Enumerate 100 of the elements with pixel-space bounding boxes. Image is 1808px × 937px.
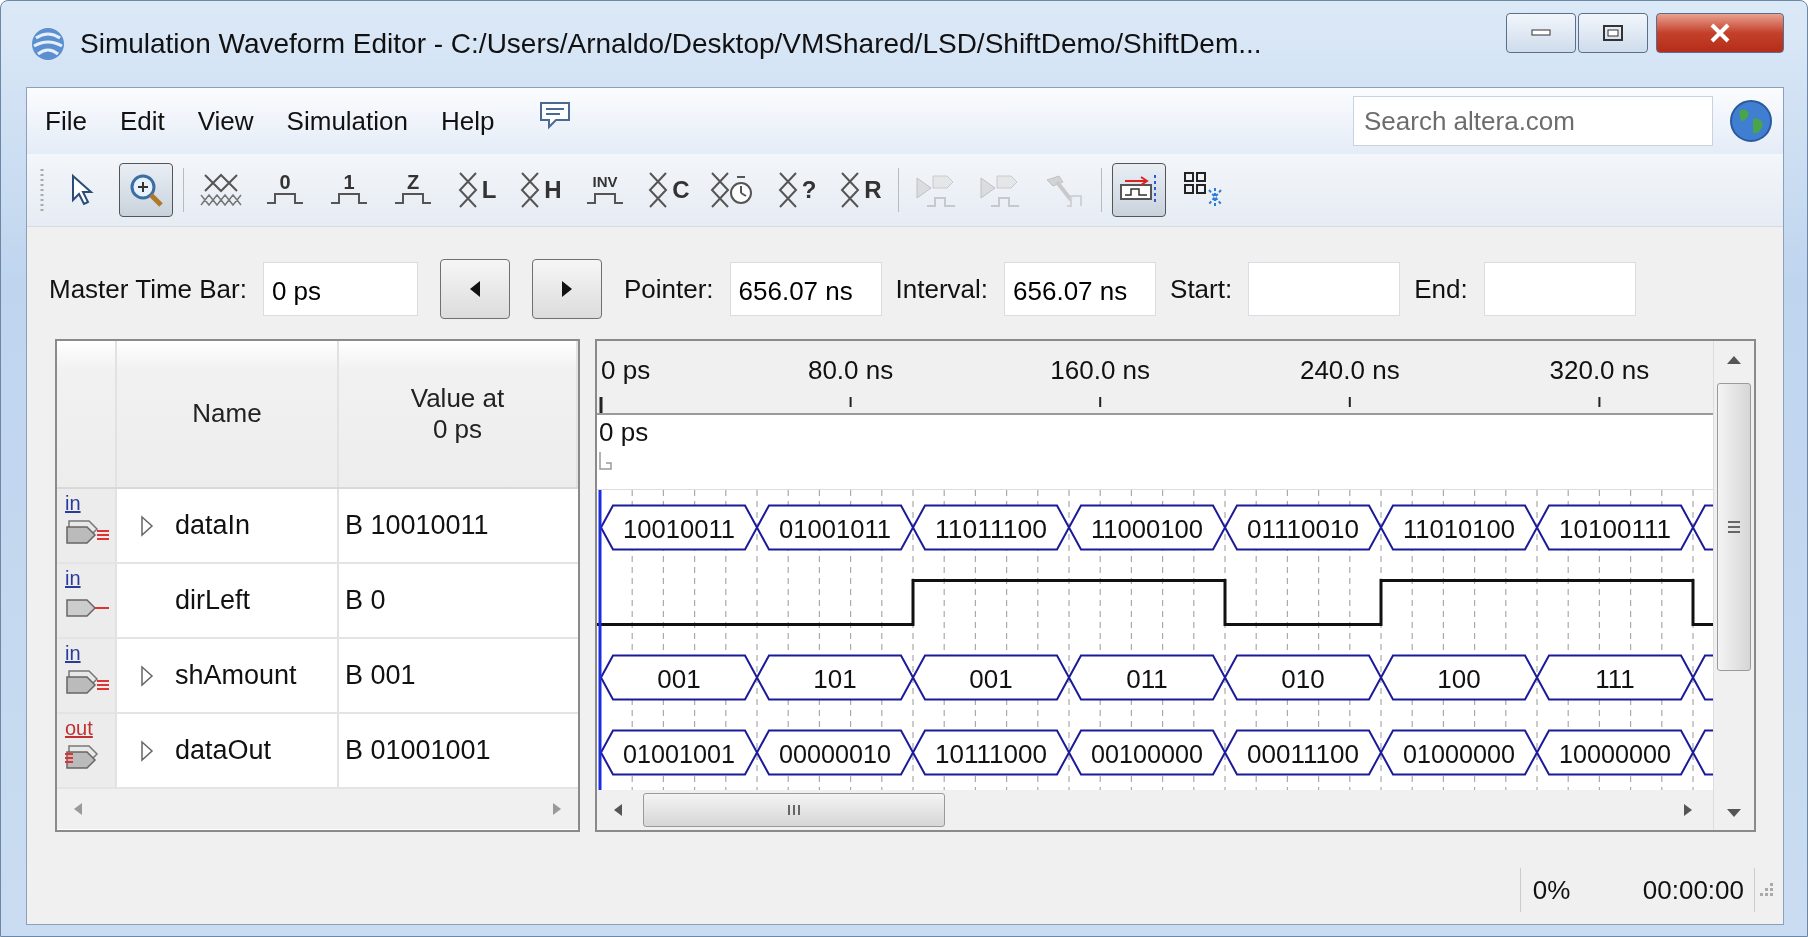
- column-header[interactable]: Name: [117, 341, 339, 487]
- elapsed-time: 00:00:00: [1642, 874, 1745, 906]
- tick-label: 240.0 ns: [1299, 355, 1400, 386]
- bus-value: 01110010: [1247, 513, 1359, 544]
- bus-value: 11010100: [1403, 513, 1517, 544]
- scroll-thumb[interactable]: [1717, 383, 1751, 671]
- close-button[interactable]: [1656, 13, 1784, 53]
- time-field[interactable]: 656.07 ns: [1004, 262, 1157, 316]
- bus-segment[interactable]: [1223, 504, 1383, 551]
- low-level-segment[interactable]: [1691, 579, 1713, 626]
- expand-arrow-icon[interactable]: [139, 664, 155, 687]
- zoom-tool-button[interactable]: [119, 163, 173, 217]
- column-header[interactable]: Value at 0 ps: [339, 341, 578, 487]
- bus-transition-icon: [457, 171, 480, 209]
- low-level-segment[interactable]: [1223, 579, 1381, 626]
- bus-segment[interactable]: [1067, 729, 1227, 776]
- bus-value: 01001011: [779, 513, 893, 544]
- signal-name[interactable]: dataIn: [175, 510, 251, 541]
- waveform-icon: [393, 191, 433, 207]
- bus-segment[interactable]: [1379, 504, 1539, 551]
- bus-segment[interactable]: [1379, 654, 1539, 701]
- bus-segment[interactable]: [1067, 504, 1227, 551]
- bus-value: 111: [1595, 663, 1635, 694]
- time-field[interactable]: 656.07 ns: [729, 262, 882, 316]
- bus-segment[interactable]: [911, 504, 1071, 551]
- pointer-icon: [69, 173, 95, 207]
- bus-segment[interactable]: [1691, 729, 1713, 776]
- waveform-tool-button[interactable]: 0: [258, 163, 312, 217]
- waveform-tool-button[interactable]: C: [642, 163, 696, 217]
- bus-value: 001: [969, 663, 1013, 694]
- waveform-tool-button[interactable]: INV: [578, 163, 632, 217]
- waveform-tool-button[interactable]: R: [834, 163, 888, 217]
- waveform-tool-button[interactable]: L: [450, 163, 504, 217]
- bus-segment[interactable]: [1223, 654, 1383, 701]
- menu-item[interactable]: File: [35, 101, 106, 141]
- signal-name[interactable]: shAmount: [175, 660, 297, 691]
- toolbar-grip-icon[interactable]: [39, 167, 45, 213]
- high-level-segment[interactable]: [911, 579, 1069, 626]
- bus-value: 10100111: [1559, 513, 1671, 544]
- waveform-tool-button[interactable]: ?: [770, 163, 824, 217]
- bus-segment[interactable]: [1379, 729, 1539, 776]
- menu-item[interactable]: Help: [431, 101, 514, 141]
- bus-value: 010: [1281, 663, 1325, 694]
- bus-segment[interactable]: [1067, 654, 1227, 701]
- bus-value: 10000000: [1559, 738, 1675, 769]
- maximize-button[interactable]: [1578, 13, 1648, 53]
- minimize-button[interactable]: [1506, 13, 1576, 53]
- bus-value: 11000100: [1091, 513, 1205, 544]
- time-field[interactable]: [1483, 262, 1636, 316]
- time-bar-label: 0 ps: [599, 417, 649, 448]
- search-field[interactable]: Search altera.com: [1353, 96, 1713, 146]
- bus-segment[interactable]: [599, 729, 759, 776]
- bus-segment[interactable]: [1691, 654, 1713, 701]
- time-bar-handle-icon[interactable]: [599, 451, 613, 471]
- signal-name[interactable]: dirLeft: [175, 585, 251, 616]
- snap-button[interactable]: [1112, 163, 1166, 217]
- field-label: Start:: [1170, 273, 1233, 305]
- pin-label: in: [65, 568, 81, 588]
- waveform-tool-button[interactable]: 1: [322, 163, 376, 217]
- scroll-right-icon[interactable]: [1683, 803, 1693, 817]
- high-level-segment[interactable]: [1379, 579, 1537, 626]
- expand-arrow-icon[interactable]: [139, 739, 155, 762]
- tick-label: 0 ps: [601, 355, 651, 386]
- bus-value: 00000010: [779, 738, 895, 769]
- bus-segment[interactable]: [755, 729, 915, 776]
- field-label: Pointer:: [623, 273, 714, 305]
- bus-segment[interactable]: [599, 504, 759, 551]
- waveform-tool-button[interactable]: H: [514, 163, 568, 217]
- bus-value: 001: [657, 663, 701, 694]
- globe-icon[interactable]: [1729, 99, 1773, 143]
- bus-segment[interactable]: [911, 654, 1071, 701]
- signal-value: B 001: [344, 659, 417, 692]
- previous-button[interactable]: [439, 259, 510, 319]
- speech-bubble-icon[interactable]: [537, 100, 572, 130]
- bus-segment[interactable]: [1223, 729, 1383, 776]
- waveform-icon: [585, 191, 625, 207]
- progress-text: 0%: [1531, 874, 1572, 906]
- menu-item[interactable]: View: [187, 101, 273, 141]
- scroll-thumb[interactable]: [643, 793, 945, 827]
- bus-pin-icon: [65, 667, 111, 697]
- field-label: End:: [1414, 273, 1468, 305]
- expand-arrow-icon[interactable]: [139, 514, 155, 537]
- pin-label: in: [65, 643, 81, 663]
- bus-segment[interactable]: [911, 729, 1071, 776]
- waveform-tool-button[interactable]: Z: [386, 163, 440, 217]
- next-button[interactable]: [531, 259, 602, 319]
- bus-segment[interactable]: [755, 654, 915, 701]
- menu-item[interactable]: Edit: [109, 101, 184, 141]
- menu-item[interactable]: Simulation: [276, 101, 427, 141]
- scroll-down-icon[interactable]: [1726, 808, 1742, 818]
- signal-value: B 01001001: [344, 734, 492, 767]
- signal-name[interactable]: dataOut: [175, 735, 272, 766]
- bus-segment[interactable]: [755, 504, 915, 551]
- scroll-up-icon[interactable]: [1726, 355, 1742, 365]
- bus-segment[interactable]: [1691, 504, 1713, 551]
- bus-segment[interactable]: [599, 654, 759, 701]
- minimize-icon: [1531, 29, 1551, 37]
- scroll-left-icon[interactable]: [613, 803, 623, 817]
- master-time-field[interactable]: 0 ps: [262, 262, 418, 316]
- time-field[interactable]: [1248, 262, 1401, 316]
